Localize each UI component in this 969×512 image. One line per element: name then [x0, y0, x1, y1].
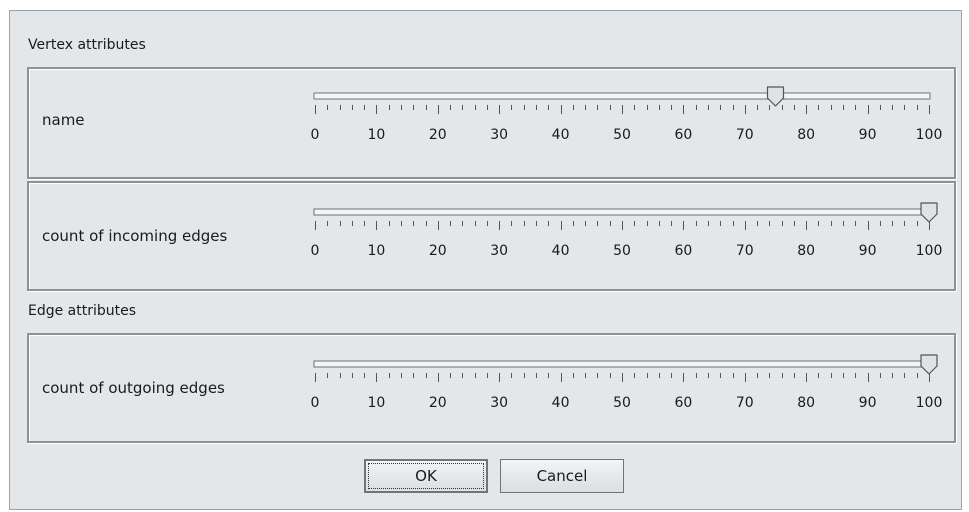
tick-label: 20	[428, 127, 447, 143]
slider-track[interactable]	[313, 360, 931, 368]
tick-label: 0	[310, 395, 320, 411]
slider-thumb[interactable]	[920, 354, 938, 375]
tick-label: 20	[428, 243, 447, 259]
tick-label: 100	[915, 395, 943, 411]
tick-label: 80	[797, 243, 816, 259]
tick-label: 20	[428, 395, 447, 411]
tick-label: 50	[613, 127, 631, 143]
slider-incoming-edges[interactable]: 0 10 20 30 40 50 60 70 80 90 100	[310, 202, 942, 293]
tick-label: 0	[310, 243, 320, 259]
tick-label: 100	[915, 127, 943, 143]
edge-attributes-title: Edge attributes	[28, 303, 137, 319]
tick-label: 40	[551, 127, 570, 143]
tick-label: 100	[915, 243, 943, 259]
slider-name[interactable]: 0 10 20 30 40 50 60 70 80 90 100	[310, 86, 942, 177]
slider-label-incoming-edges: count of incoming edges	[42, 227, 228, 245]
tick-label: 80	[797, 395, 816, 411]
tick-label: 60	[674, 395, 693, 411]
tick-label: 10	[367, 395, 386, 411]
tick-label: 80	[797, 127, 816, 143]
tick-label: 70	[735, 243, 754, 259]
slider-graphic	[313, 354, 938, 382]
slider-thumb[interactable]	[920, 202, 938, 223]
tick-label: 50	[613, 243, 631, 259]
tick-label: 30	[490, 127, 509, 143]
tick-label: 60	[674, 243, 693, 259]
tick-label: 30	[490, 395, 509, 411]
slider-track[interactable]	[313, 208, 931, 216]
tick-label: 0	[310, 127, 320, 143]
slider-panel-name: name 0 10 20 30 40 50 60 70 80 90 100	[27, 67, 956, 179]
tick-label: 40	[551, 395, 570, 411]
cancel-button[interactable]: Cancel	[500, 459, 624, 493]
ok-button[interactable]: OK	[364, 459, 488, 493]
slider-outgoing-edges[interactable]: 0 10 20 30 40 50 60 70 80 90 100	[310, 354, 942, 445]
tick-label: 70	[735, 395, 754, 411]
slider-label-name: name	[42, 111, 85, 129]
tick-label: 90	[858, 127, 877, 143]
tick-label: 90	[858, 395, 877, 411]
slider-thumb[interactable]	[766, 86, 785, 107]
tick-label: 90	[858, 243, 877, 259]
slider-panel-outgoing: count of outgoing edges 0 10 20 30 40 50 60 70 8…	[27, 333, 956, 443]
tick-label: 40	[551, 243, 570, 259]
tick-label: 10	[367, 127, 386, 143]
tick-label: 60	[674, 127, 693, 143]
slider-graphic	[313, 86, 931, 114]
slider-graphic	[313, 202, 938, 230]
attribute-filter-dialog: Vertex attributes name 0 10 20 30 40 50 60 70 80…	[9, 10, 962, 510]
tick-label: 10	[367, 243, 386, 259]
focus-rectangle	[368, 463, 484, 489]
slider-label-outgoing-edges: count of outgoing edges	[42, 379, 225, 397]
vertex-attributes-title: Vertex attributes	[28, 37, 146, 53]
slider-track[interactable]	[313, 92, 931, 100]
cancel-button-label: Cancel	[536, 467, 588, 485]
tick-label: 30	[490, 243, 509, 259]
tick-label: 70	[735, 127, 754, 143]
slider-panel-incoming: count of incoming edges 0 10 20 30 40 50 60 70 8…	[27, 181, 956, 291]
tick-label: 50	[613, 395, 631, 411]
